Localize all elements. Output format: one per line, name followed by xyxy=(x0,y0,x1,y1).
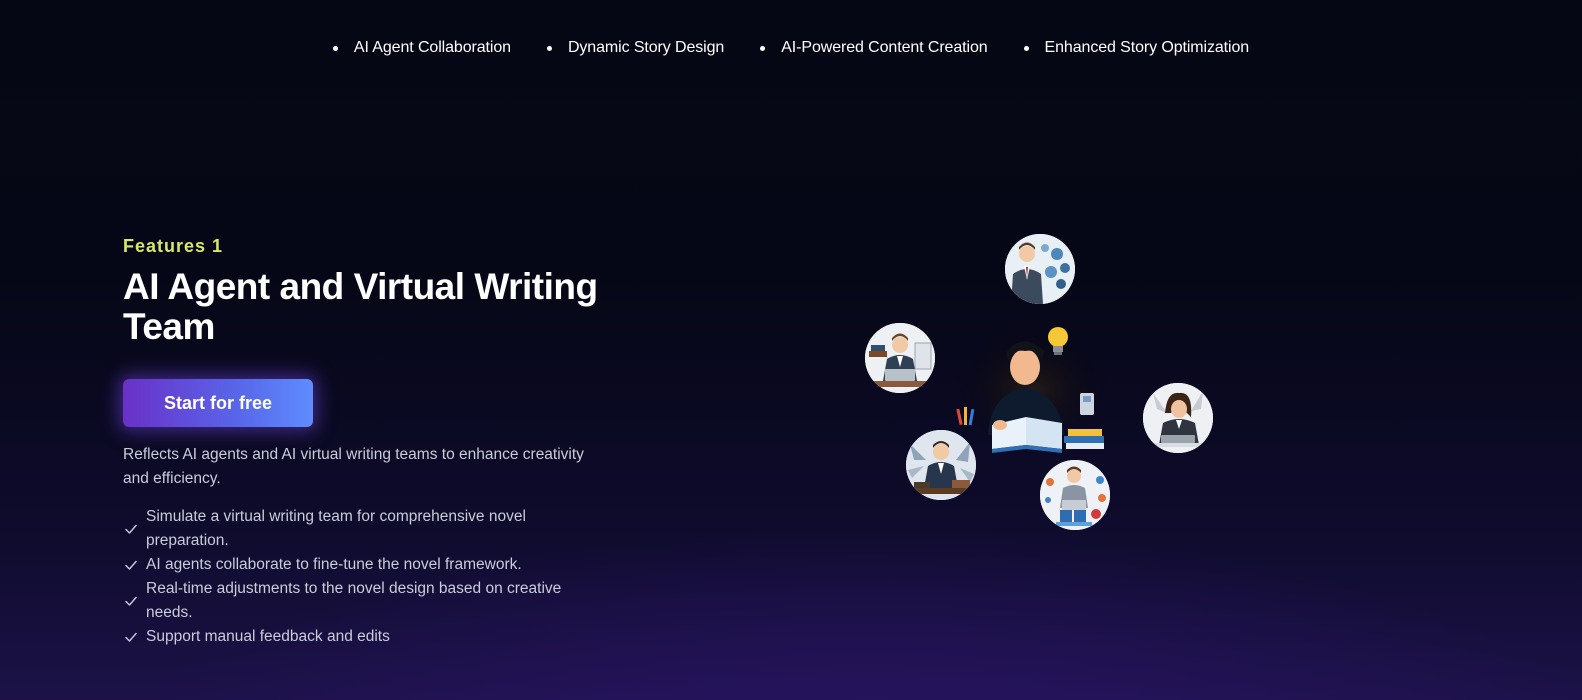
checklist-item-text: AI agents collaborate to fine-tune the n… xyxy=(146,556,522,573)
feature-eyebrow: Features 1 xyxy=(123,236,224,256)
nav-item-label: Enhanced Story Optimization xyxy=(1044,39,1250,56)
nav-item-label: AI Agent Collaboration xyxy=(353,39,511,56)
nav-item-label: Dynamic Story Design xyxy=(567,39,725,56)
writing-team-illustration xyxy=(860,230,1220,540)
checklist-item: Real-time adjustments to the novel desig… xyxy=(123,577,583,625)
nav-item-dynamic-story-design[interactable]: Dynamic Story Design xyxy=(546,36,725,60)
bullet-icon xyxy=(760,45,766,51)
checklist-item-text: Simulate a virtual writing team for comp… xyxy=(146,508,526,549)
start-for-free-button[interactable]: Start for free xyxy=(123,379,313,427)
feature-title: AI Agent and Virtual Writing Team xyxy=(123,266,598,347)
bullet-icon xyxy=(1023,45,1029,51)
check-icon xyxy=(125,596,137,606)
checklist-item: AI agents collaborate to fine-tune the n… xyxy=(123,553,583,577)
checklist-item-text: Real-time adjustments to the novel desig… xyxy=(146,580,562,621)
feature-nav: AI Agent Collaboration Dynamic Story Des… xyxy=(0,36,1582,60)
nav-item-ai-agent-collaboration[interactable]: AI Agent Collaboration xyxy=(332,36,511,60)
team-member-avatar-editor xyxy=(1143,383,1213,453)
team-member-avatar-researcher xyxy=(906,430,976,500)
feature-checklist: Simulate a virtual writing team for comp… xyxy=(123,505,583,649)
bullet-icon xyxy=(332,45,338,51)
check-icon xyxy=(125,524,137,534)
checklist-item: Simulate a virtual writing team for comp… xyxy=(123,505,583,553)
nav-item-label: AI-Powered Content Creation xyxy=(781,39,988,56)
check-icon xyxy=(125,560,137,570)
feature-description: Reflects AI agents and AI virtual writin… xyxy=(123,446,584,487)
check-icon xyxy=(125,632,137,642)
nav-item-ai-powered-content-creation[interactable]: AI-Powered Content Creation xyxy=(760,36,988,60)
feature-section: Features 1 AI Agent and Virtual Writing … xyxy=(123,236,603,649)
nav-item-enhanced-story-optimization[interactable]: Enhanced Story Optimization xyxy=(1023,36,1250,60)
checklist-item-text: Support manual feedback and edits xyxy=(146,628,390,645)
team-member-avatar-analyst xyxy=(1005,234,1075,304)
bullet-icon xyxy=(546,45,552,51)
checklist-item: Support manual feedback and edits xyxy=(123,625,583,649)
team-member-avatar-writer xyxy=(865,323,935,393)
team-member-avatar-planner xyxy=(1040,460,1110,530)
author-figure xyxy=(952,325,1112,455)
